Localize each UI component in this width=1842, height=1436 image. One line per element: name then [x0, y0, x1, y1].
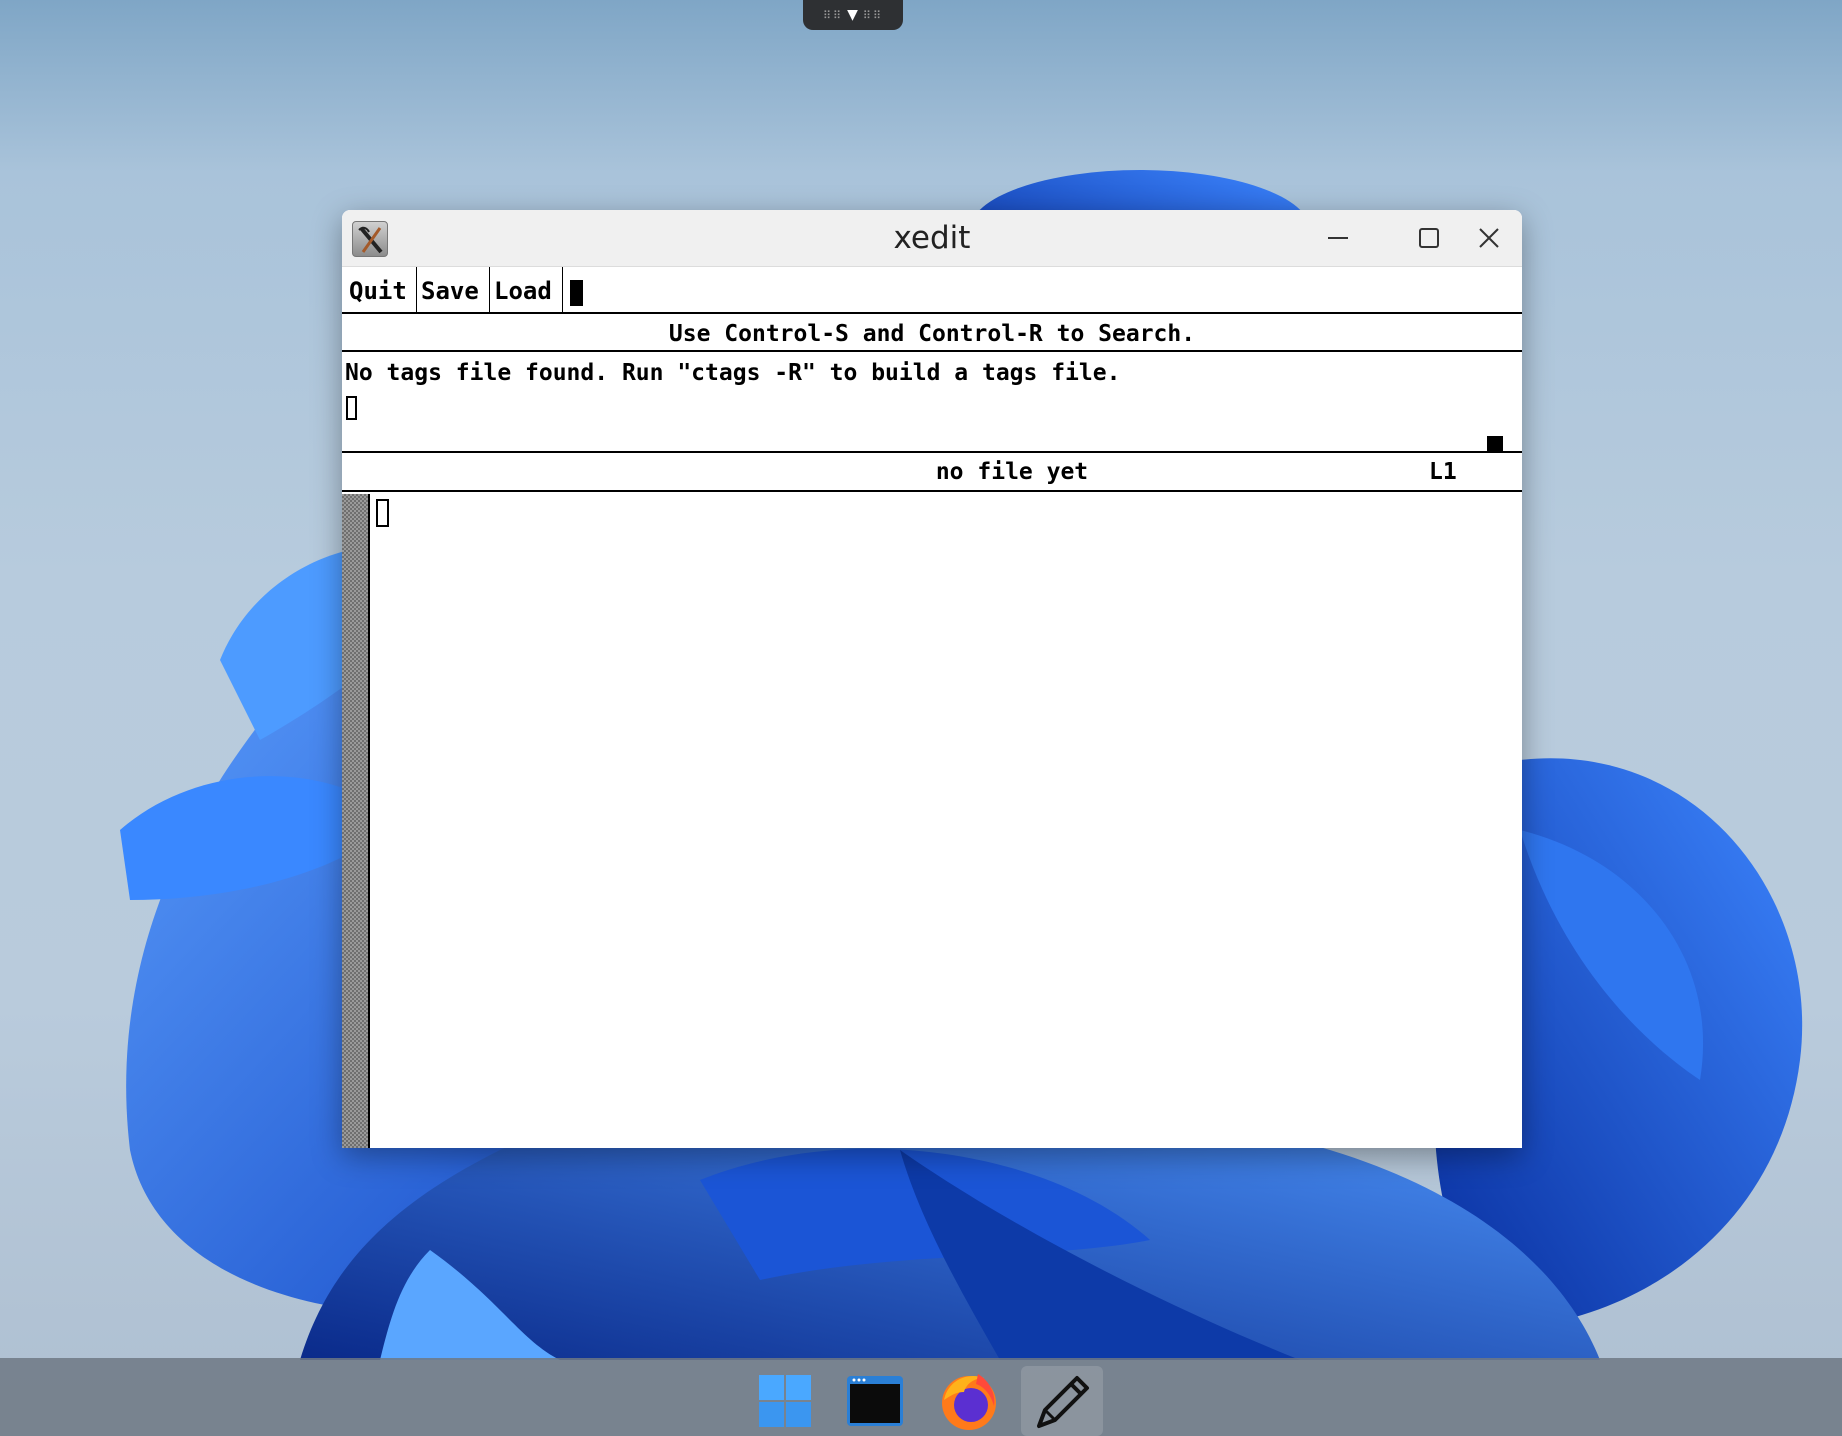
quit-button[interactable]: Quit — [345, 267, 417, 312]
pencil-icon — [1037, 1376, 1089, 1428]
top-panel-handle[interactable]: ⠿⠿ ▼ ⠿⠿ — [803, 0, 903, 30]
minimize-icon — [1328, 237, 1348, 239]
maximize-icon — [1419, 228, 1439, 248]
line-number-indicator: L1 — [1429, 459, 1457, 485]
text-cursor — [376, 499, 389, 527]
filename-input[interactable] — [564, 267, 1514, 312]
edit-area[interactable] — [342, 492, 1522, 1148]
edit-text[interactable] — [372, 494, 1522, 1148]
taskbar — [0, 1358, 1842, 1436]
message-pane[interactable]: No tags file found. Run "ctags -R" to bu… — [342, 352, 1522, 453]
status-bar: no file yet L1 — [342, 453, 1522, 492]
desktop: ⠿⠿ ▼ ⠿⠿ xedit Quit Save Load Use Control… — [0, 0, 1842, 1436]
dropdown-arrow-icon: ▼ — [847, 7, 859, 23]
windows-logo-icon — [759, 1375, 811, 1427]
terminal-icon — [847, 1376, 903, 1426]
save-button[interactable]: Save — [417, 267, 490, 312]
close-button[interactable] — [1459, 218, 1519, 258]
grip-dots-icon: ⠿⠿ — [822, 8, 844, 22]
close-icon — [1479, 228, 1499, 248]
search-hint-label: Use Control-S and Control-R to Search. — [342, 314, 1522, 352]
message-text: No tags file found. Run "ctags -R" to bu… — [345, 360, 1121, 386]
start-button[interactable] — [744, 1366, 826, 1436]
text-cursor — [570, 280, 583, 306]
command-button-bar: Quit Save Load — [342, 267, 1522, 314]
pane-resize-grip[interactable] — [1487, 436, 1503, 452]
vertical-scrollbar[interactable] — [342, 494, 370, 1148]
title-bar[interactable]: xedit — [342, 210, 1522, 267]
grip-dots-icon: ⠿⠿ — [862, 8, 884, 22]
terminal-taskbar-button[interactable] — [834, 1366, 916, 1436]
minimize-button[interactable] — [1308, 218, 1368, 258]
text-cursor — [346, 396, 357, 420]
xedit-window: xedit Quit Save Load Use Control-S and C… — [342, 210, 1522, 1148]
xedit-taskbar-button[interactable] — [1021, 1366, 1103, 1436]
firefox-icon — [942, 1374, 996, 1430]
status-filename: no file yet — [935, 459, 1089, 485]
firefox-taskbar-button[interactable] — [928, 1366, 1010, 1436]
maximize-button[interactable] — [1399, 218, 1459, 258]
load-button[interactable]: Load — [490, 267, 563, 312]
